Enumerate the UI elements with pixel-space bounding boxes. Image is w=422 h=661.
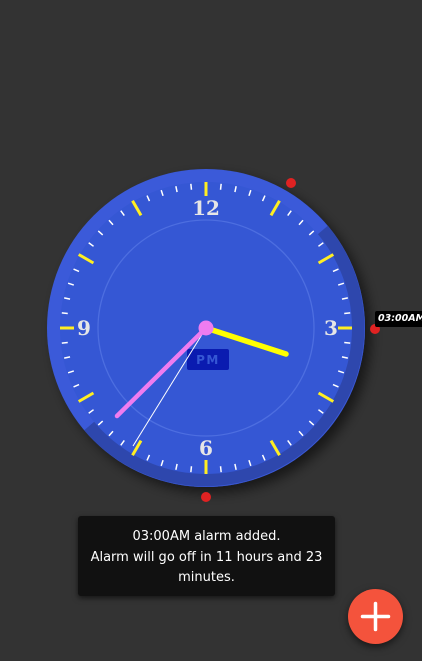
minute-tick [219,466,222,473]
minute-tick [190,466,193,473]
meridiem-label: PM [196,353,220,367]
toast-line-3: minutes. [178,570,235,585]
minute-tick [219,183,222,190]
minute-tick [344,312,351,315]
numeral-3: 3 [324,316,338,340]
minute-tick [61,312,68,315]
minute-tick [61,341,68,344]
numeral-12: 12 [192,196,220,220]
alarm-time-label[interactable]: 03:00AM [375,311,422,327]
toast-line-1: 03:00AM alarm added. [132,529,281,544]
minute-tick [344,341,351,344]
add-alarm-button[interactable] [348,589,403,644]
alarm-marker-dot[interactable] [286,178,296,188]
alarm-toast: 03:00AM alarm added. Alarm will go off i… [78,516,335,596]
alarm-marker-dot[interactable] [201,492,211,502]
hand-center-cap [198,320,214,336]
toast-line-2: Alarm will go off in 11 hours and 23 [90,549,323,565]
plus-icon [360,601,391,632]
minute-tick [190,183,193,190]
numeral-9: 9 [77,316,91,340]
numeral-6: 6 [199,436,213,460]
